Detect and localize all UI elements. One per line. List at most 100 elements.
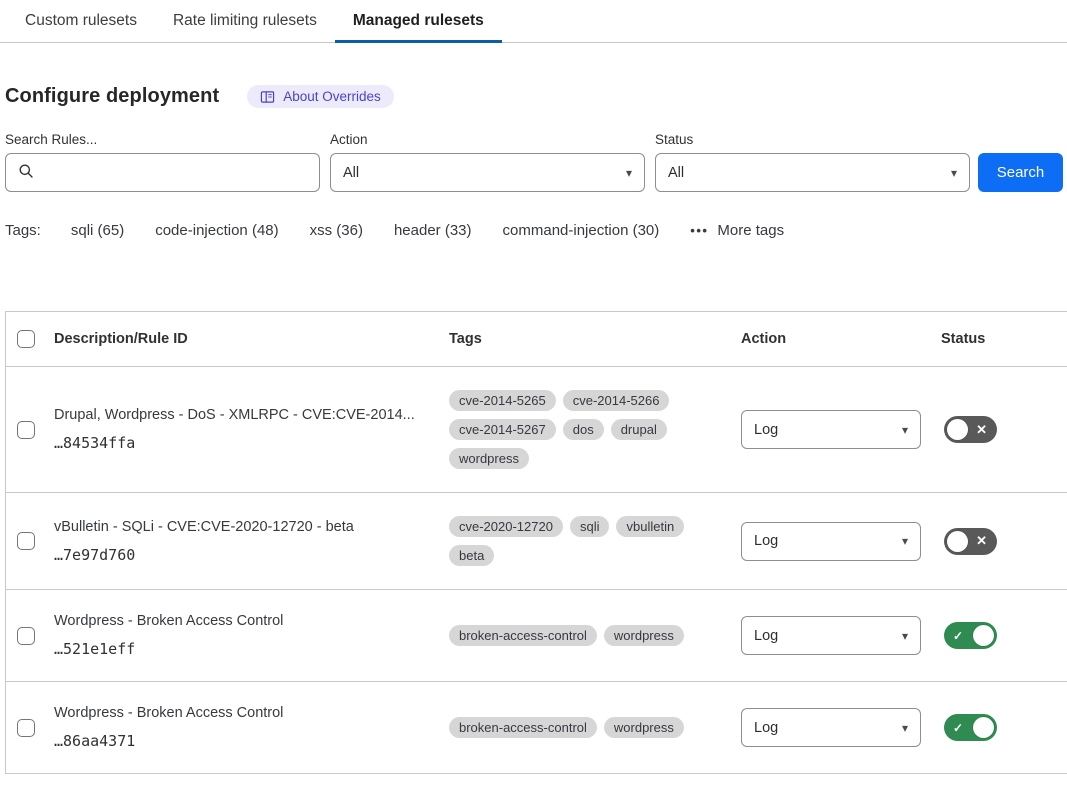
rule-tag-pills: cve-2020-12720 sqli vbulletin beta <box>449 516 716 566</box>
check-icon: ✓ <box>953 721 963 733</box>
tag-pill: drupal <box>611 419 667 440</box>
tag-pill: wordpress <box>604 625 684 646</box>
tag-pill: sqli <box>570 516 610 537</box>
row-action-value: Log <box>754 533 778 549</box>
tab-bar: Custom rulesetsRate limiting rulesetsMan… <box>0 0 1067 43</box>
page-title: Configure deployment <box>5 85 219 108</box>
column-header-tags: Tags <box>449 331 741 347</box>
tag-pill: cve-2014-5267 <box>449 419 556 440</box>
row-action-select[interactable]: Log ▾ <box>741 410 921 449</box>
status-filter-select[interactable]: All ▾ <box>655 153 970 192</box>
check-icon: ✓ <box>953 629 963 641</box>
toggle-knob <box>947 419 968 440</box>
rules-table: Description/Rule ID Tags Action Status D… <box>5 311 1067 774</box>
heading-row: Configure deployment About Overrides <box>5 85 1067 108</box>
status-toggle[interactable]: ✓ ✕ <box>944 416 997 443</box>
tag-pill: cve-2020-12720 <box>449 516 563 537</box>
status-toggle[interactable]: ✓ ✕ <box>944 622 997 649</box>
status-toggle[interactable]: ✓ ✕ <box>944 714 997 741</box>
row-action-value: Log <box>754 628 778 644</box>
select-all-checkbox[interactable] <box>17 330 35 348</box>
filter-bar: Search Rules... Action All ▾ Status <box>5 132 1067 192</box>
rule-id: …7e97d760 <box>54 546 429 564</box>
search-rules-label: Search Rules... <box>5 132 320 147</box>
ellipsis-icon: ••• <box>690 223 708 238</box>
table-row: Wordpress - Broken Access Control …86aa4… <box>6 682 1067 774</box>
more-tags-label: More tags <box>717 222 784 239</box>
row-checkbox[interactable] <box>17 719 35 737</box>
tag-pill: broken-access-control <box>449 625 597 646</box>
tag-pill: cve-2014-5266 <box>563 390 670 411</box>
table-body: Drupal, Wordpress - DoS - XMLRPC - CVE:C… <box>6 367 1067 774</box>
chevron-down-icon: ▾ <box>951 167 957 179</box>
tag-link[interactable]: xss (36) <box>310 222 363 239</box>
status-toggle[interactable]: ✓ ✕ <box>944 528 997 555</box>
toggle-knob <box>973 625 994 646</box>
book-icon <box>260 90 275 104</box>
rule-id: …84534ffa <box>54 434 429 452</box>
tab-custom-rulesets[interactable]: Custom rulesets <box>7 1 155 42</box>
column-header-description: Description/Rule ID <box>54 331 449 347</box>
chevron-down-icon: ▾ <box>902 630 908 642</box>
chevron-down-icon: ▾ <box>626 167 632 179</box>
row-action-select[interactable]: Log ▾ <box>741 522 921 561</box>
row-checkbox[interactable] <box>17 532 35 550</box>
search-field <box>5 153 320 192</box>
table-header-row: Description/Rule ID Tags Action Status <box>6 312 1067 367</box>
tag-link[interactable]: header (33) <box>394 222 472 239</box>
tag-link[interactable]: command-injection (30) <box>503 222 660 239</box>
search-icon <box>18 163 34 183</box>
tag-pill: dos <box>563 419 604 440</box>
rule-tag-pills: cve-2014-5265 cve-2014-5266 cve-2014-5267 d… <box>449 390 716 469</box>
rule-id: …521e1eff <box>54 640 429 658</box>
tag-pill: broken-access-control <box>449 717 597 738</box>
column-header-status: Status <box>941 331 1067 347</box>
rule-description: vBulletin - SQLi - CVE:CVE-2020-12720 - … <box>54 519 429 535</box>
x-icon: ✕ <box>976 423 987 436</box>
tags-label: Tags: <box>5 222 41 239</box>
status-filter-label: Status <box>655 132 970 147</box>
table-row: vBulletin - SQLi - CVE:CVE-2020-12720 - … <box>6 493 1067 590</box>
rule-tag-pills: broken-access-control wordpress <box>449 717 716 738</box>
action-filter-select[interactable]: All ▾ <box>330 153 645 192</box>
chevron-down-icon: ▾ <box>902 722 908 734</box>
status-filter-value: All <box>668 165 684 181</box>
about-overrides-badge[interactable]: About Overrides <box>247 85 394 108</box>
rule-description: Wordpress - Broken Access Control <box>54 705 429 721</box>
rule-tag-pills: broken-access-control wordpress <box>449 625 716 646</box>
row-action-select[interactable]: Log ▾ <box>741 616 921 655</box>
search-button[interactable]: Search <box>978 153 1063 192</box>
more-tags-button[interactable]: ••• More tags <box>690 222 784 239</box>
row-action-select[interactable]: Log ▾ <box>741 708 921 747</box>
about-overrides-label: About Overrides <box>283 89 381 104</box>
tag-link[interactable]: sqli (65) <box>71 222 124 239</box>
main-content: Configure deployment About Overrides Sea… <box>0 85 1067 774</box>
tag-pill: wordpress <box>449 448 529 469</box>
row-action-value: Log <box>754 720 778 736</box>
toggle-knob <box>947 531 968 552</box>
search-input[interactable] <box>42 165 307 181</box>
tag-pill: beta <box>449 545 494 566</box>
rule-description: Wordpress - Broken Access Control <box>54 613 429 629</box>
table-row: Wordpress - Broken Access Control …521e1… <box>6 590 1067 682</box>
tag-link[interactable]: code-injection (48) <box>155 222 278 239</box>
toggle-knob <box>973 717 994 738</box>
chevron-down-icon: ▾ <box>902 424 908 436</box>
tag-pill: vbulletin <box>616 516 684 537</box>
column-header-action: Action <box>741 331 941 347</box>
row-checkbox[interactable] <box>17 627 35 645</box>
row-action-value: Log <box>754 422 778 438</box>
tag-pill: cve-2014-5265 <box>449 390 556 411</box>
x-icon: ✕ <box>976 534 987 547</box>
table-row: Drupal, Wordpress - DoS - XMLRPC - CVE:C… <box>6 367 1067 493</box>
tab-managed-rulesets[interactable]: Managed rulesets <box>335 1 502 42</box>
tag-pill: wordpress <box>604 717 684 738</box>
chevron-down-icon: ▾ <box>902 535 908 547</box>
action-filter-label: Action <box>330 132 645 147</box>
action-filter-value: All <box>343 165 359 181</box>
tags-bar: Tags: sqli (65) code-injection (48) xss (3… <box>5 222 1067 239</box>
rule-id: …86aa4371 <box>54 732 429 750</box>
row-checkbox[interactable] <box>17 421 35 439</box>
rule-description: Drupal, Wordpress - DoS - XMLRPC - CVE:C… <box>54 407 429 423</box>
tab-rate-limiting-rulesets[interactable]: Rate limiting rulesets <box>155 1 335 42</box>
